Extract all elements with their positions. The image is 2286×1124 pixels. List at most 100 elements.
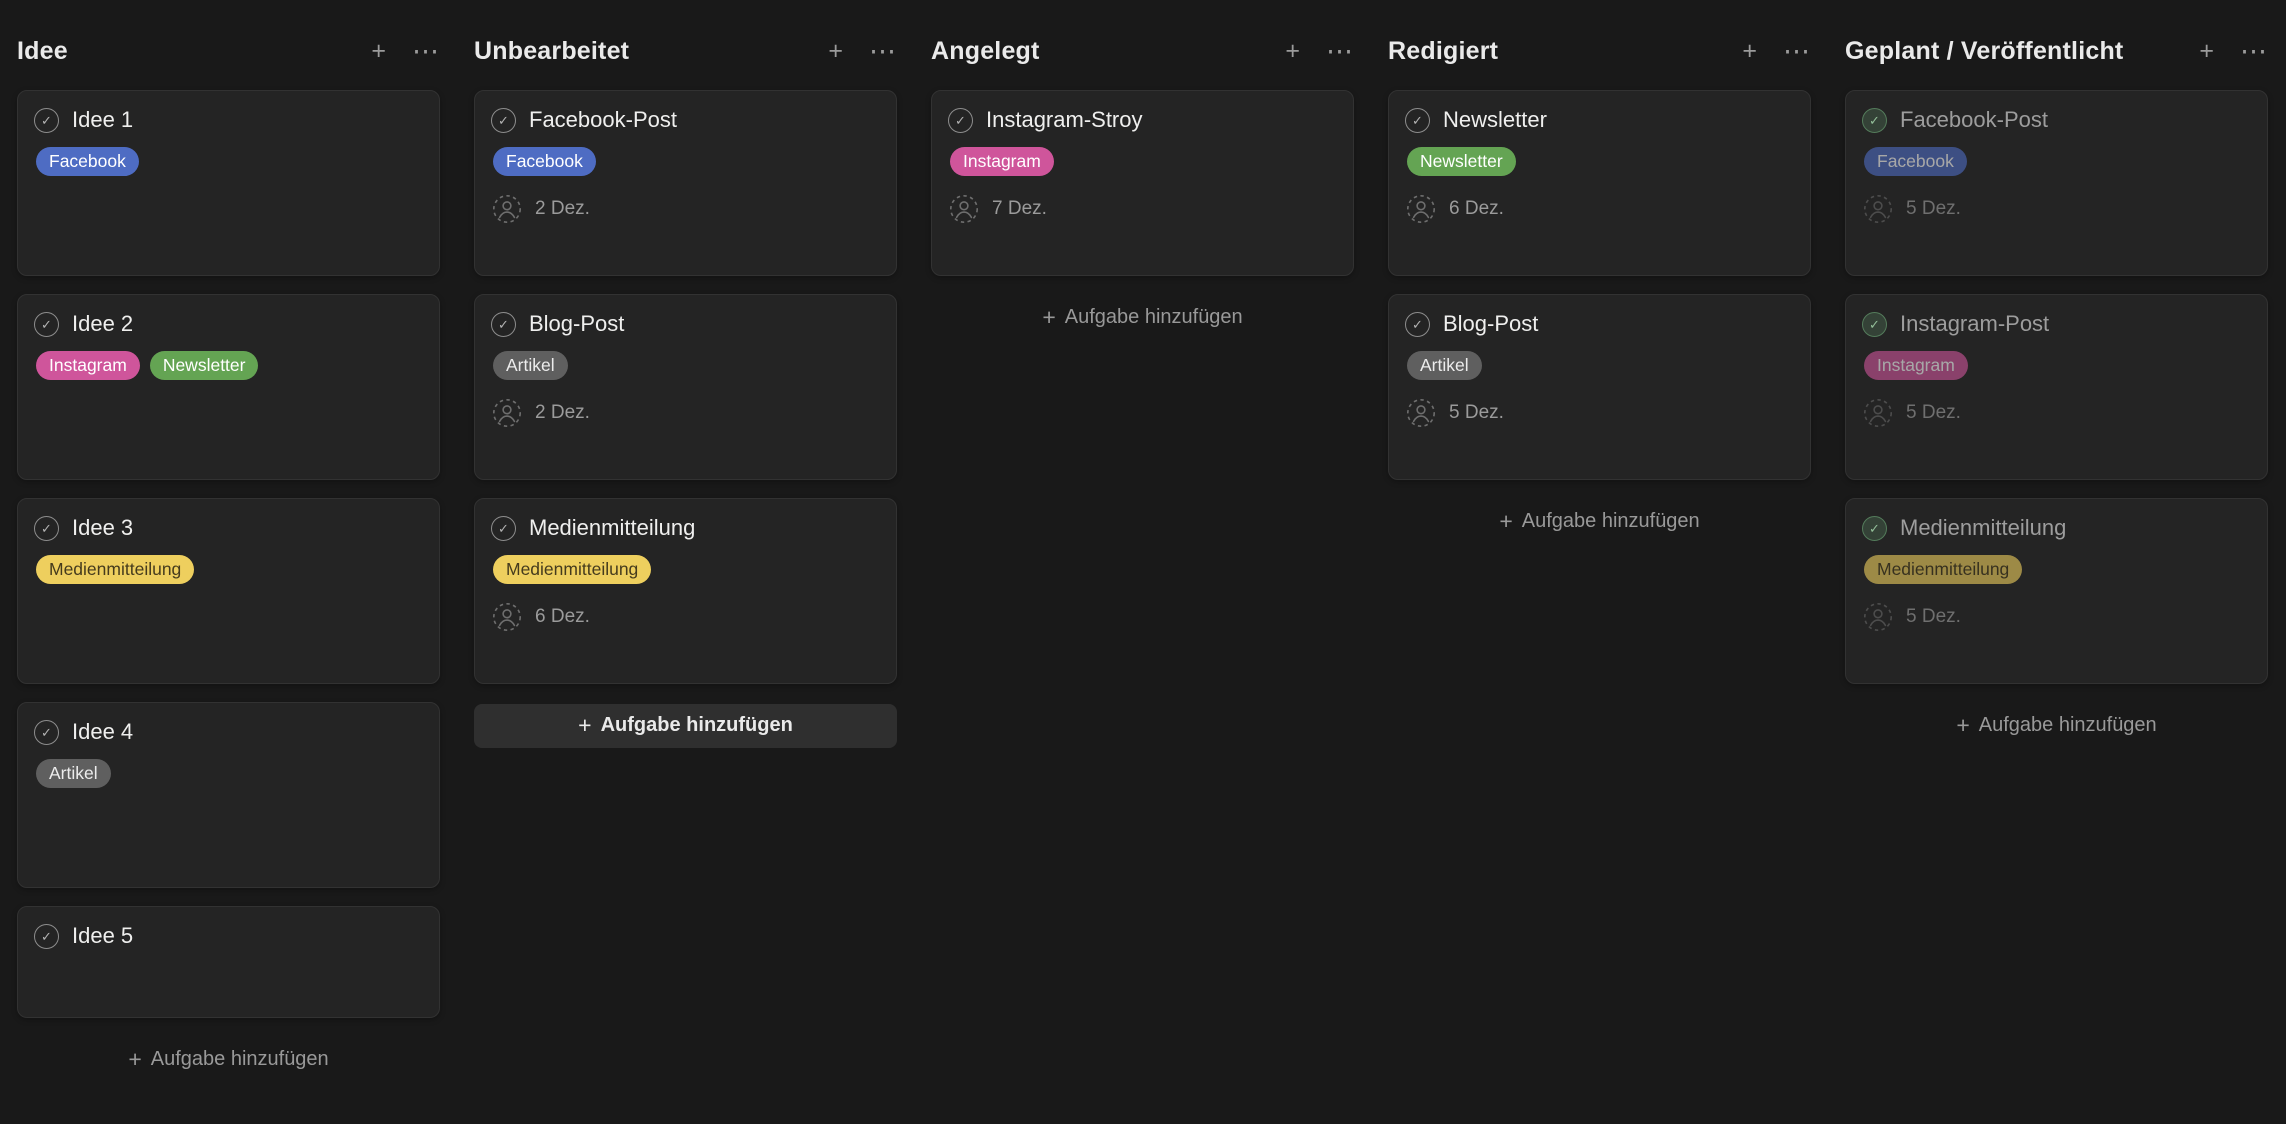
card-list: ✓ Facebook-Post Facebook 2 Dez. ✓ Blog-P… [474, 90, 897, 684]
check-circle-icon: ✓ [491, 312, 516, 337]
card-title: Idee 4 [72, 719, 133, 745]
plus-icon: + [2199, 37, 2214, 65]
card-list: ✓ Idee 1 Facebook ✓ Idee 2 Instagram New… [17, 90, 440, 1018]
task-card[interactable]: ✓ Medienmitteilung Medienmitteilung 5 De… [1845, 498, 2268, 684]
assignee-icon [1863, 194, 1893, 224]
add-card-button[interactable]: + Aufgabe hinzufügen [1845, 704, 2268, 748]
assignee-icon [492, 602, 522, 632]
tag: Instagram [950, 147, 1054, 176]
tag: Facebook [493, 147, 596, 176]
tag: Newsletter [150, 351, 259, 380]
column-header: Idee + ⋯ [17, 34, 440, 68]
check-circle-icon: ✓ [34, 924, 59, 949]
card-title: Instagram-Stroy [986, 107, 1143, 133]
column-menu-button[interactable]: ⋯ [2240, 38, 2268, 65]
task-card[interactable]: ✓ Idee 3 Medienmitteilung [17, 498, 440, 684]
assignee-icon [492, 194, 522, 224]
add-card-button[interactable]: + Aufgabe hinzufügen [931, 296, 1354, 340]
column-title[interactable]: Idee [17, 37, 68, 66]
column-menu-button[interactable]: ⋯ [1783, 38, 1811, 65]
check-circle-icon: ✓ [34, 312, 59, 337]
task-card[interactable]: ✓ Idee 5 [17, 906, 440, 1018]
due-date: 5 Dez. [1449, 402, 1504, 424]
add-card-icon-button[interactable]: + [828, 39, 843, 64]
tag: Facebook [36, 147, 139, 176]
column-title[interactable]: Redigiert [1388, 37, 1498, 66]
card-title: Idee 5 [72, 923, 133, 949]
add-card-icon-button[interactable]: + [371, 39, 386, 64]
tag: Instagram [1864, 351, 1968, 380]
due-date: 5 Dez. [1906, 606, 1961, 628]
column-menu-button[interactable]: ⋯ [1326, 38, 1354, 65]
task-card[interactable]: ✓ Idee 4 Artikel [17, 702, 440, 888]
board-column-unbearbeitet: Unbearbeitet + ⋯ ✓ Facebook-Post Faceboo… [457, 34, 914, 748]
column-header: Unbearbeitet + ⋯ [474, 34, 897, 68]
tag: Medienmitteilung [1864, 555, 2022, 584]
assignee-icon [1863, 398, 1893, 428]
due-date: 5 Dez. [1906, 198, 1961, 220]
task-card[interactable]: ✓ Blog-Post Artikel 2 Dez. [474, 294, 897, 480]
task-card[interactable]: ✓ Blog-Post Artikel 5 Dez. [1388, 294, 1811, 480]
tag: Artikel [36, 759, 111, 788]
card-title: Instagram-Post [1900, 311, 2049, 337]
add-card-label: Aufgabe hinzufügen [601, 714, 793, 737]
plus-icon: + [1956, 714, 1969, 737]
add-card-label: Aufgabe hinzufügen [151, 1048, 329, 1071]
assignee-icon [949, 194, 979, 224]
plus-icon: + [128, 1048, 141, 1071]
task-card[interactable]: ✓ Facebook-Post Facebook 5 Dez. [1845, 90, 2268, 276]
column-menu-button[interactable]: ⋯ [869, 38, 897, 65]
card-title: Blog-Post [1443, 311, 1538, 337]
column-title[interactable]: Unbearbeitet [474, 37, 629, 66]
column-title[interactable]: Angelegt [931, 37, 1040, 66]
assignee-icon [1406, 194, 1436, 224]
board-column-angelegt: Angelegt + ⋯ ✓ Instagram-Stroy Instagram [914, 34, 1371, 340]
card-title: Idee 3 [72, 515, 133, 541]
add-card-button[interactable]: + Aufgabe hinzufügen [17, 1038, 440, 1082]
column-header: Redigiert + ⋯ [1388, 34, 1811, 68]
add-card-icon-button[interactable]: + [2199, 39, 2214, 64]
add-card-icon-button[interactable]: + [1742, 39, 1757, 64]
check-circle-icon: ✓ [1405, 312, 1430, 337]
column-header: Geplant / Veröffentlicht + ⋯ [1845, 34, 2268, 68]
plus-icon: + [828, 37, 843, 65]
tag: Medienmitteilung [493, 555, 651, 584]
add-card-icon-button[interactable]: + [1285, 39, 1300, 64]
tag: Facebook [1864, 147, 1967, 176]
due-date: 5 Dez. [1906, 402, 1961, 424]
add-card-button[interactable]: + Aufgabe hinzufügen [474, 704, 897, 748]
add-card-button[interactable]: + Aufgabe hinzufügen [1388, 500, 1811, 544]
check-circle-icon: ✓ [34, 720, 59, 745]
ellipsis-icon: ⋯ [1326, 36, 1354, 66]
task-card[interactable]: ✓ Facebook-Post Facebook 2 Dez. [474, 90, 897, 276]
task-card[interactable]: ✓ Instagram-Stroy Instagram 7 Dez. [931, 90, 1354, 276]
task-card[interactable]: ✓ Idee 1 Facebook [17, 90, 440, 276]
check-circle-icon: ✓ [34, 516, 59, 541]
card-list: ✓ Instagram-Stroy Instagram 7 Dez. [931, 90, 1354, 276]
check-circle-icon: ✓ [491, 108, 516, 133]
task-card[interactable]: ✓ Newsletter Newsletter 6 Dez. [1388, 90, 1811, 276]
column-title[interactable]: Geplant / Veröffentlicht [1845, 37, 2123, 66]
tag: Artikel [1407, 351, 1482, 380]
card-title: Blog-Post [529, 311, 624, 337]
check-circle-icon: ✓ [1405, 108, 1430, 133]
check-circle-icon: ✓ [1862, 108, 1887, 133]
check-circle-icon: ✓ [1862, 312, 1887, 337]
plus-icon: + [1742, 37, 1757, 65]
tag: Medienmitteilung [36, 555, 194, 584]
assignee-icon [1863, 602, 1893, 632]
check-circle-icon: ✓ [1862, 516, 1887, 541]
column-menu-button[interactable]: ⋯ [412, 38, 440, 65]
column-actions: + ⋯ [828, 38, 897, 65]
assignee-icon [1406, 398, 1436, 428]
column-actions: + ⋯ [371, 38, 440, 65]
due-date: 6 Dez. [535, 606, 590, 628]
task-card[interactable]: ✓ Idee 2 Instagram Newsletter [17, 294, 440, 480]
due-date: 2 Dez. [535, 198, 590, 220]
task-card[interactable]: ✓ Medienmitteilung Medienmitteilung 6 De… [474, 498, 897, 684]
kanban-board: Idee + ⋯ ✓ Idee 1 Facebook ✓ Idee 2 [0, 0, 2286, 1082]
add-card-label: Aufgabe hinzufügen [1522, 510, 1700, 533]
ellipsis-icon: ⋯ [1783, 36, 1811, 66]
ellipsis-icon: ⋯ [2240, 36, 2268, 66]
task-card[interactable]: ✓ Instagram-Post Instagram 5 Dez. [1845, 294, 2268, 480]
